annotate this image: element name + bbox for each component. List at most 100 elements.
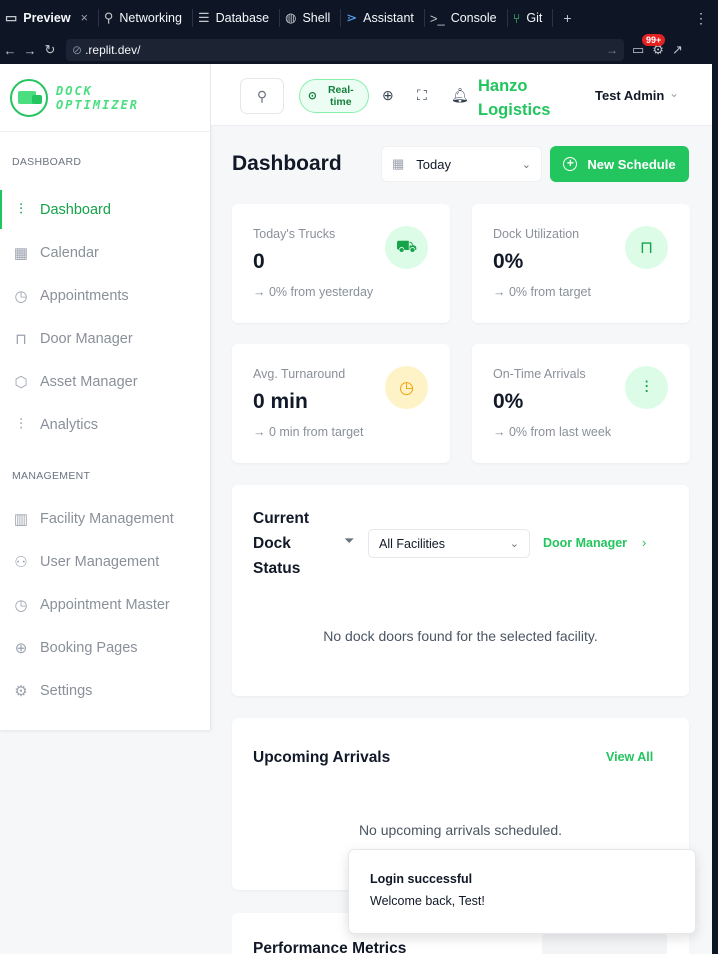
realtime-toggle[interactable]: ⊙ Real-time — [299, 79, 369, 113]
realtime-dot-icon: ⊙ — [308, 90, 317, 102]
sidebar-item-analytics[interactable]: ⫶ Analytics — [0, 403, 210, 446]
more-menu-icon[interactable]: ⋮ — [684, 10, 718, 27]
sidebar-item-appointments[interactable]: ◷ Appointments — [0, 274, 210, 317]
globe-icon[interactable]: ⊕ — [382, 87, 394, 104]
sidebar-item-user-management[interactable]: ⚇ User Management — [0, 540, 210, 583]
tab-database[interactable]: ☰ Database — [193, 0, 279, 36]
page-title: Dashboard — [232, 152, 342, 175]
tab-networking[interactable]: ⚲ Networking — [99, 0, 192, 36]
tab-label: Database — [215, 11, 270, 25]
facility-select-value: All Facilities — [379, 536, 445, 551]
sidebar-item-dashboard[interactable]: ⫶ Dashboard — [0, 188, 210, 231]
calendar-clock-icon: ◷ — [14, 287, 28, 305]
tab-git[interactable]: ⑂ Git — [508, 0, 553, 36]
stat-card-dock-utilization: Dock Utilization 0% → 0% from target ⊓ — [472, 204, 690, 323]
arrivals-empty: No upcoming arrivals scheduled. — [358, 822, 563, 838]
sidebar-item-appointment-master[interactable]: ◷ Appointment Master — [0, 583, 210, 626]
back-arrow-icon[interactable]: ← — [0, 43, 20, 58]
chevron-down-icon: ⌄ — [509, 538, 519, 550]
tab-shell[interactable]: ◍ Shell — [280, 0, 340, 36]
new-tab-button[interactable]: + — [553, 10, 581, 26]
link-icon: ⊘ — [72, 43, 83, 57]
date-filter-select[interactable]: ▦ Today ⌄ — [381, 146, 542, 182]
chevron-down-icon[interactable]: ⌄ — [669, 86, 679, 100]
url-input[interactable]: ⊘ .replit.dev/ → — [66, 39, 624, 61]
search-icon: ⚲ — [256, 87, 268, 104]
tab-label: Assistant — [363, 11, 414, 25]
filter-icon: ⏷ — [344, 533, 355, 548]
new-schedule-label: New Schedule — [587, 156, 676, 172]
truck-icon: ⛟ — [385, 226, 428, 269]
sidebar-item-settings[interactable]: ⚙ Settings — [0, 669, 210, 712]
sidebar-section-management: MANAGEMENT — [12, 470, 91, 482]
reload-icon[interactable]: ↻ — [40, 42, 60, 58]
sidebar-item-door-manager[interactable]: ⊓ Door Manager — [0, 317, 210, 360]
calendar-icon: ▦ — [13, 244, 29, 262]
logo-text: DOCK OPTIMIZER — [56, 83, 140, 112]
bar-chart-icon: ⫶ — [625, 366, 668, 409]
dock-status-empty: No dock doors found for the selected fac… — [323, 628, 598, 644]
package-icon: ⬡ — [14, 373, 28, 391]
door-manager-link[interactable]: Door Manager — [543, 536, 627, 550]
bell-icon[interactable]: 🔔︎ — [451, 87, 469, 104]
console-icon: >_ — [429, 10, 445, 26]
performance-range-select[interactable] — [542, 933, 667, 954]
dock-status-card: Current Dock Status ⏷ All Facilities ⌄ D… — [232, 485, 689, 696]
toast-message: Welcome back, Test! — [370, 894, 485, 908]
plus-circle-icon: + — [563, 157, 578, 171]
replit-tab-bar: ▭ Preview × ⚲ Networking ☰ Database ◍ Sh… — [0, 0, 718, 36]
bar-chart-icon: ⫶ — [19, 201, 23, 218]
window-edge — [712, 64, 718, 954]
tab-label: Git — [526, 11, 543, 25]
close-tab-icon[interactable]: × — [81, 11, 88, 25]
gear-icon: ⚙ — [14, 682, 28, 700]
tab-console[interactable]: >_ Console — [425, 0, 507, 36]
tab-preview[interactable]: ▭ Preview × — [0, 0, 98, 36]
devices-icon[interactable]: ▭ — [632, 42, 644, 58]
performance-title: Performance Metrics — [253, 940, 407, 954]
top-header: ⚲ ⊙ Real-time ⊕ ⛶ 🔔︎ Hanzo Logistics Tes… — [211, 64, 712, 126]
upcoming-arrivals-title: Upcoming Arrivals — [253, 749, 391, 766]
go-arrow-icon[interactable]: → — [606, 43, 618, 57]
open-new-window-icon[interactable]: ↗ — [672, 42, 683, 58]
sidebar-item-facility-management[interactable]: ▥ Facility Management — [0, 497, 210, 540]
realtime-label: Real-time — [327, 84, 354, 108]
tab-label: Console — [450, 11, 497, 25]
sidebar: DOCK OPTIMIZER DASHBOARD ⫶ Dashboard ▦ C… — [0, 64, 211, 730]
globe-icon: ⊕ — [14, 639, 28, 657]
logo[interactable]: DOCK OPTIMIZER — [0, 64, 210, 132]
fullscreen-icon[interactable]: ⛶ — [417, 87, 427, 104]
dock-status-title: Current Dock Status — [253, 510, 309, 577]
login-toast[interactable]: Login successful Welcome back, Test! — [348, 849, 696, 934]
assistant-icon: ⋗ — [346, 10, 358, 25]
building-icon: ▥ — [13, 510, 29, 528]
view-all-link[interactable]: View All — [606, 750, 653, 764]
app-viewport: DOCK OPTIMIZER DASHBOARD ⫶ Dashboard ▦ C… — [0, 64, 712, 954]
database-icon: ☰ — [197, 10, 210, 25]
clock-icon: ◷ — [385, 366, 428, 409]
stat-card-trucks: Today's Trucks 0 → 0% from yesterday ⛟ — [232, 204, 450, 323]
new-schedule-button[interactable]: + New Schedule — [550, 146, 689, 182]
forward-arrow-icon[interactable]: → — [20, 43, 40, 58]
tab-label: Preview — [23, 11, 71, 25]
search-button[interactable]: ⚲ — [240, 78, 284, 114]
calendar-clock-icon: ◷ — [14, 596, 28, 614]
bar-chart-icon: ⫶ — [19, 416, 23, 433]
network-icon: ⚲ — [103, 10, 114, 25]
url-bar: ← → ↻ ⊘ .replit.dev/ → ▭ ⚙ 99+ ↗ — [0, 34, 718, 64]
stat-card-turnaround: Avg. Turnaround 0 min → 0 min from targe… — [232, 344, 450, 463]
sidebar-item-calendar[interactable]: ▦ Calendar — [0, 231, 210, 274]
shell-icon: ◍ — [285, 10, 297, 25]
door-icon: ⊓ — [15, 330, 27, 348]
monitor-icon: ▭ — [5, 10, 18, 25]
tab-assistant[interactable]: ⋗ Assistant — [341, 0, 424, 36]
chevron-right-icon[interactable]: › — [642, 535, 646, 550]
facility-select[interactable]: All Facilities ⌄ — [368, 529, 530, 558]
truck-logo-icon — [10, 78, 48, 117]
stat-card-on-time-arrivals: On-Time Arrivals 0% → 0% from last week … — [472, 344, 690, 463]
sidebar-item-booking-pages[interactable]: ⊕ Booking Pages — [0, 626, 210, 669]
chevron-down-icon: ⌄ — [521, 158, 531, 171]
sidebar-item-asset-manager[interactable]: ⬡ Asset Manager — [0, 360, 210, 403]
user-menu[interactable]: Test Admin — [595, 88, 664, 103]
date-filter-value: Today — [416, 156, 451, 172]
